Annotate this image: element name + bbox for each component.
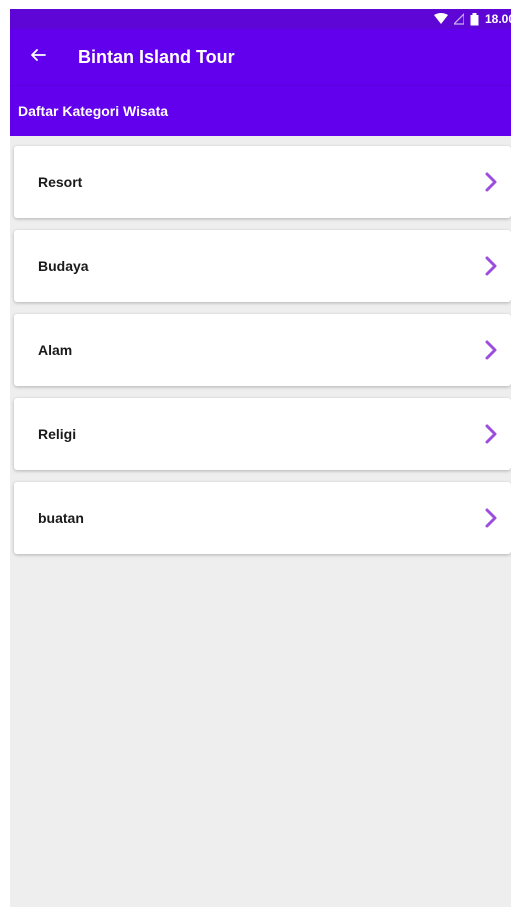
category-item-alam[interactable]: Alam bbox=[14, 314, 511, 386]
section-title: Daftar Kategori Wisata bbox=[18, 103, 169, 119]
section-header: Daftar Kategori Wisata bbox=[10, 85, 511, 136]
category-item-budaya[interactable]: Budaya bbox=[14, 230, 511, 302]
category-label: buatan bbox=[38, 510, 84, 526]
battery-icon bbox=[470, 12, 479, 26]
wifi-icon bbox=[433, 13, 448, 25]
signal-icon bbox=[453, 13, 464, 25]
category-list: Resort Budaya Alam Religi buatan bbox=[10, 136, 511, 554]
back-button[interactable] bbox=[18, 37, 58, 77]
category-label: Resort bbox=[38, 174, 83, 190]
status-bar: 18.00 bbox=[10, 9, 511, 29]
app-bar: Bintan Island Tour bbox=[10, 29, 511, 85]
category-label: Alam bbox=[38, 342, 73, 358]
arrow-left-icon bbox=[30, 47, 46, 68]
chevron-right-icon bbox=[481, 339, 501, 361]
category-item-religi[interactable]: Religi bbox=[14, 398, 511, 470]
category-item-buatan[interactable]: buatan bbox=[14, 482, 511, 554]
status-time: 18.00 bbox=[484, 12, 511, 26]
app-screen: 18.00 Bintan Island Tour Daftar Kategori… bbox=[10, 9, 511, 907]
chevron-right-icon bbox=[481, 507, 501, 529]
app-title: Bintan Island Tour bbox=[78, 46, 235, 67]
chevron-right-icon bbox=[481, 423, 501, 445]
chevron-right-icon bbox=[481, 171, 501, 193]
chevron-right-icon bbox=[481, 255, 501, 277]
category-item-resort[interactable]: Resort bbox=[14, 146, 511, 218]
category-label: Budaya bbox=[38, 258, 89, 274]
category-label: Religi bbox=[38, 426, 77, 442]
